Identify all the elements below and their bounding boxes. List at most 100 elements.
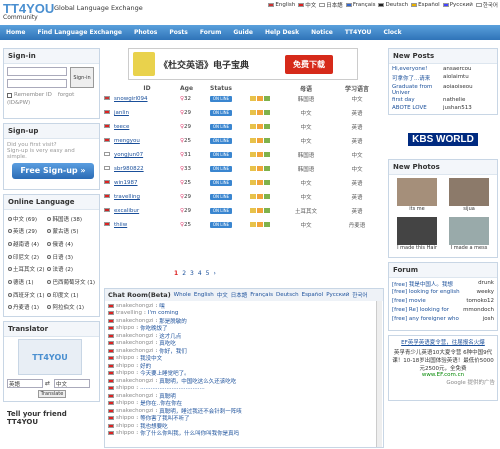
lang-option[interactable]: 中文 (69) [8,213,45,224]
forum-item[interactable]: [free] looking for english weeky [392,289,494,298]
post-link[interactable]: first day [392,97,443,104]
friend-icon[interactable] [264,151,270,157]
kbs-world-banner[interactable]: KBS WORLD [388,119,498,159]
table-row[interactable]: snowgirl094 ♀32 ON LINE 韩国语 中文 [104,92,384,106]
chat-tab[interactable]: Español [302,292,324,298]
lang-russian[interactable]: Русский [442,1,473,9]
mail-icon[interactable] [250,207,256,213]
translate-button[interactable]: Translate [38,390,66,398]
chat-icon[interactable] [257,221,263,227]
chat-username[interactable]: shippo [116,430,134,436]
chat-icon[interactable] [257,95,263,101]
chat-username[interactable]: snakechongzi [116,318,153,324]
page-link[interactable]: 4 [198,270,202,277]
chat-username[interactable]: shippo [116,423,134,429]
chat-tab[interactable]: Whole [174,292,191,298]
lang-option[interactable]: 土耳其文 (2) [8,264,45,275]
chat-username[interactable]: shippo [116,400,134,406]
nav-photos[interactable]: Photos [128,29,163,36]
nav-help-desk[interactable]: Help Desk [259,29,305,36]
ad-banner[interactable]: 《杜交英语》电子宝典 免费下载 [128,48,358,80]
forgot-link[interactable]: forgot [58,92,74,98]
swap-icon[interactable]: ⇄ [45,380,50,387]
banner-download-button[interactable]: 免费下载 [285,54,333,74]
lang-option[interactable]: 韩国语 (38) [47,213,95,224]
page-link[interactable]: 5 [206,270,210,277]
member-id[interactable]: thiiw [114,222,180,228]
post-link[interactable]: Graduate from Univer [392,84,443,97]
nav-posts[interactable]: Posts [163,29,194,36]
member-id[interactable]: teece [114,124,180,130]
forum-item[interactable]: [free] 我是中国人。我想 drunk [392,280,494,289]
lang-german[interactable]: Deutsch [378,1,408,9]
source-language-select[interactable]: 英語 [7,379,43,388]
photo-item[interactable]: sijua [444,178,494,215]
chat-username[interactable]: snakechongzi [116,303,153,309]
chat-tab[interactable]: 한국어 [352,291,367,299]
lang-option[interactable]: 阿拉伯文 (1) [47,302,95,313]
nav-forum[interactable]: Forum [194,29,227,36]
lang-option[interactable]: 英语 (29) [8,226,45,237]
friend-icon[interactable] [264,179,270,185]
page-link[interactable]: 2 [182,270,186,277]
chat-username[interactable]: shippo [116,325,134,331]
post-link[interactable]: ABOTE LOVE [392,105,443,112]
chat-tab[interactable]: 日本語 [231,291,248,299]
chat-icon[interactable] [257,207,263,213]
mail-icon[interactable] [250,221,256,227]
chat-scrollbar[interactable] [376,301,382,447]
chat-icon[interactable] [257,179,263,185]
member-id[interactable]: win1987 [114,180,180,186]
chat-username[interactable]: shippo [116,385,134,391]
nav-home[interactable]: Home [0,29,31,36]
chat-username[interactable]: snakechongzi [116,333,153,339]
chat-username[interactable]: snakechongzi [116,340,153,346]
table-row[interactable]: win1987 ♀25 ON LINE 中文 英语 [104,176,384,190]
mail-icon[interactable] [250,137,256,143]
page-link[interactable]: 3 [190,270,194,277]
lang-option[interactable]: 越南语 (4) [8,238,45,249]
nav-guide[interactable]: Guide [227,29,259,36]
lang-option[interactable]: 丹麦语 (1) [8,302,45,313]
photo-item[interactable]: I made this Hair [392,217,442,254]
friend-icon[interactable] [264,221,270,227]
friend-icon[interactable] [264,193,270,199]
table-row[interactable]: yongjun07 ♀31 ON LINE 韩国语 中文 [104,148,384,162]
member-id[interactable]: sbr980822 [114,166,180,172]
table-row[interactable]: travelling ♀29 ON LINE 中文 英语 [104,190,384,204]
mail-icon[interactable] [250,165,256,171]
nav-clock[interactable]: Clock [377,29,407,36]
friend-icon[interactable] [264,123,270,129]
lang-chinese[interactable]: 中文 [298,1,316,9]
chat-icon[interactable] [257,165,263,171]
member-id[interactable]: mengyou [114,138,180,144]
friend-icon[interactable] [264,137,270,143]
forum-item[interactable]: [free] movie tomoko12 [392,298,494,307]
lang-japanese[interactable]: 日本語 [319,1,343,9]
nav-notice[interactable]: Notice [305,29,339,36]
ad-title[interactable]: EF英孚英语夏令营，往届报名火爆 [391,338,495,346]
friend-icon[interactable] [264,207,270,213]
chat-username[interactable]: shippo [116,355,134,361]
chat-icon[interactable] [257,109,263,115]
table-row[interactable]: sbr980822 ♀33 ON LINE 韩国语 中文 [104,162,384,176]
member-id[interactable]: yongjun07 [114,152,180,158]
lang-option[interactable]: 印度文 (1) [47,289,95,300]
nav-find-exchange[interactable]: Find Language Exchange [31,29,128,36]
lang-korean[interactable]: 한국어 [475,1,498,9]
lang-option[interactable]: 俄语 (4) [47,238,95,249]
lang-option[interactable]: 法语 (2) [47,264,95,275]
chat-username[interactable]: shippo [116,415,134,421]
chat-icon[interactable] [257,123,263,129]
mail-icon[interactable] [250,95,256,101]
chat-username[interactable]: travelling [116,310,142,316]
free-signup-button[interactable]: Free Sign-up » [12,163,94,179]
mail-icon[interactable] [250,193,256,199]
nav-tt4you[interactable]: TT4YOU [339,29,378,36]
lang-option[interactable]: 蒙古语 (5) [47,226,95,237]
table-row[interactable]: mengyou ♀25 ON LINE 中文 英语 [104,134,384,148]
friend-icon[interactable] [264,165,270,171]
table-row[interactable]: excalibur ♀29 ON LINE 土耳其文 英语 [104,204,384,218]
page-link[interactable]: 1 [174,270,178,277]
id-input[interactable] [7,67,67,76]
